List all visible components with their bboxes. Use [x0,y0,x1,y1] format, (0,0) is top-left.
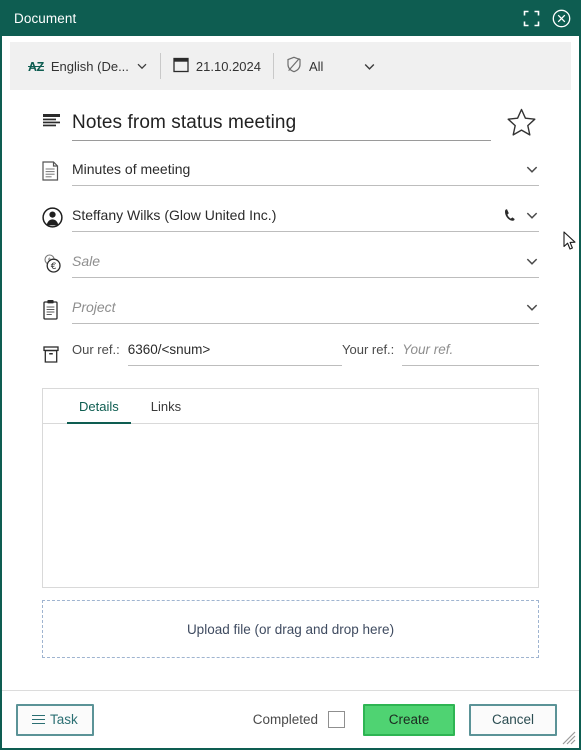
project-select[interactable]: Project [72,295,539,324]
date-value: 21.10.2024 [195,58,261,74]
document-type-adornments [517,162,539,176]
completed-label: Completed [252,712,318,727]
file-upload-dropzone[interactable]: Upload file (or drag and drop here) [42,600,539,658]
completed-checkbox[interactable] [328,711,345,728]
cancel-button[interactable]: Cancel [469,703,557,736]
create-button-label: Create [388,712,430,727]
expand-icon[interactable] [521,8,541,28]
dialog-footer: Task Completed Create Cancel [2,690,579,748]
tab-strip: Details Links [43,389,538,424]
contact-value: Steffany Wilks (Glow United Inc.) [72,207,277,223]
our-ref-input[interactable]: 6360/<snum> [127,341,342,366]
reference-fields: Our ref.: 6360/<snum> Your ref.: Your re… [72,341,539,366]
visibility-selector[interactable]: All [274,51,387,81]
star-icon[interactable] [503,106,539,140]
chevron-down-icon-contact[interactable] [525,208,539,222]
our-ref-block: Our ref.: 6360/<snum> [72,341,342,366]
our-ref-value: 6360/<snum> [127,342,211,357]
language-selector[interactable]: AZ English (De... [16,51,160,81]
project-value: Project [72,299,116,315]
toolbar: AZ English (De... 21.10.2024 All [10,42,571,90]
close-icon[interactable] [551,8,571,28]
tab-links[interactable]: Links [135,389,197,423]
our-ref-label: Our ref.: [72,342,120,357]
form-area: Notes from status meeting Minutes of mee… [2,90,579,690]
window-title: Document [14,10,77,26]
task-button-label: Task [50,712,78,727]
tab-details-label: Details [79,398,119,414]
calendar-icon [173,56,189,76]
chevron-down-icon-sale[interactable] [525,254,539,268]
your-ref-input[interactable]: Your ref. [402,341,539,366]
hamburger-icon [32,714,45,725]
document-title-value: Notes from status meeting [72,112,297,133]
file-upload-label: Upload file (or drag and drop here) [186,621,395,637]
your-ref-value: Your ref. [402,342,454,357]
your-ref-block: Your ref.: Your ref. [342,341,539,366]
phone-icon[interactable] [504,208,516,222]
window-controls [521,8,571,28]
your-ref-label: Your ref.: [342,342,395,357]
sale-select[interactable]: Sale [72,249,539,278]
date-selector[interactable]: 21.10.2024 [161,51,273,81]
language-value: English (De... [50,58,129,74]
document-type-value: Minutes of meeting [72,161,191,177]
create-button[interactable]: Create [363,703,455,736]
titlebar[interactable]: Document [0,0,581,36]
archive-icon [42,341,72,364]
project-adornments [517,300,539,314]
chevron-down-icon [136,60,148,72]
tab-content-details [43,424,538,587]
sale-value: Sale [72,253,101,269]
tab-panel: Details Links [42,388,539,588]
title-row: Notes from status meeting [42,108,539,141]
chevron-down-icon-2[interactable] [363,60,375,72]
tab-links-label: Links [150,398,182,414]
sort-alpha-icon: AZ [28,59,44,74]
shield-slash-icon [286,56,302,76]
document-icon [42,157,72,181]
document-dialog-window: Document AZ English (De... 21.10.2024 Al… [0,0,581,750]
completed-checkbox-group[interactable]: Completed [253,711,345,728]
svg-text:€: € [51,262,57,272]
currency-icon: $ € [42,249,72,274]
window-body: AZ English (De... 21.10.2024 All Notes f… [2,36,579,748]
clipboard-icon [42,295,72,320]
references-row: Our ref.: 6360/<snum> Your ref.: Your re… [42,341,539,366]
task-button[interactable]: Task [16,703,94,736]
person-icon [42,203,72,228]
cancel-button-label: Cancel [491,712,535,727]
sale-adornments [517,254,539,268]
contact-select[interactable]: Steffany Wilks (Glow United Inc.) [72,203,539,232]
visibility-value: All [309,58,324,74]
chevron-down-icon-project[interactable] [525,300,539,314]
contact-adornments [496,208,539,222]
tab-details[interactable]: Details [63,389,135,424]
sale-row: $ € Sale [42,249,539,278]
contact-row: Steffany Wilks (Glow United Inc.) [42,203,539,232]
document-type-row: Minutes of meeting [42,157,539,186]
document-title-input[interactable]: Notes from status meeting [72,108,491,141]
document-type-select[interactable]: Minutes of meeting [72,157,539,186]
chevron-down-icon-type[interactable] [525,162,539,176]
lines-icon [42,108,72,130]
project-row: Project [42,295,539,324]
